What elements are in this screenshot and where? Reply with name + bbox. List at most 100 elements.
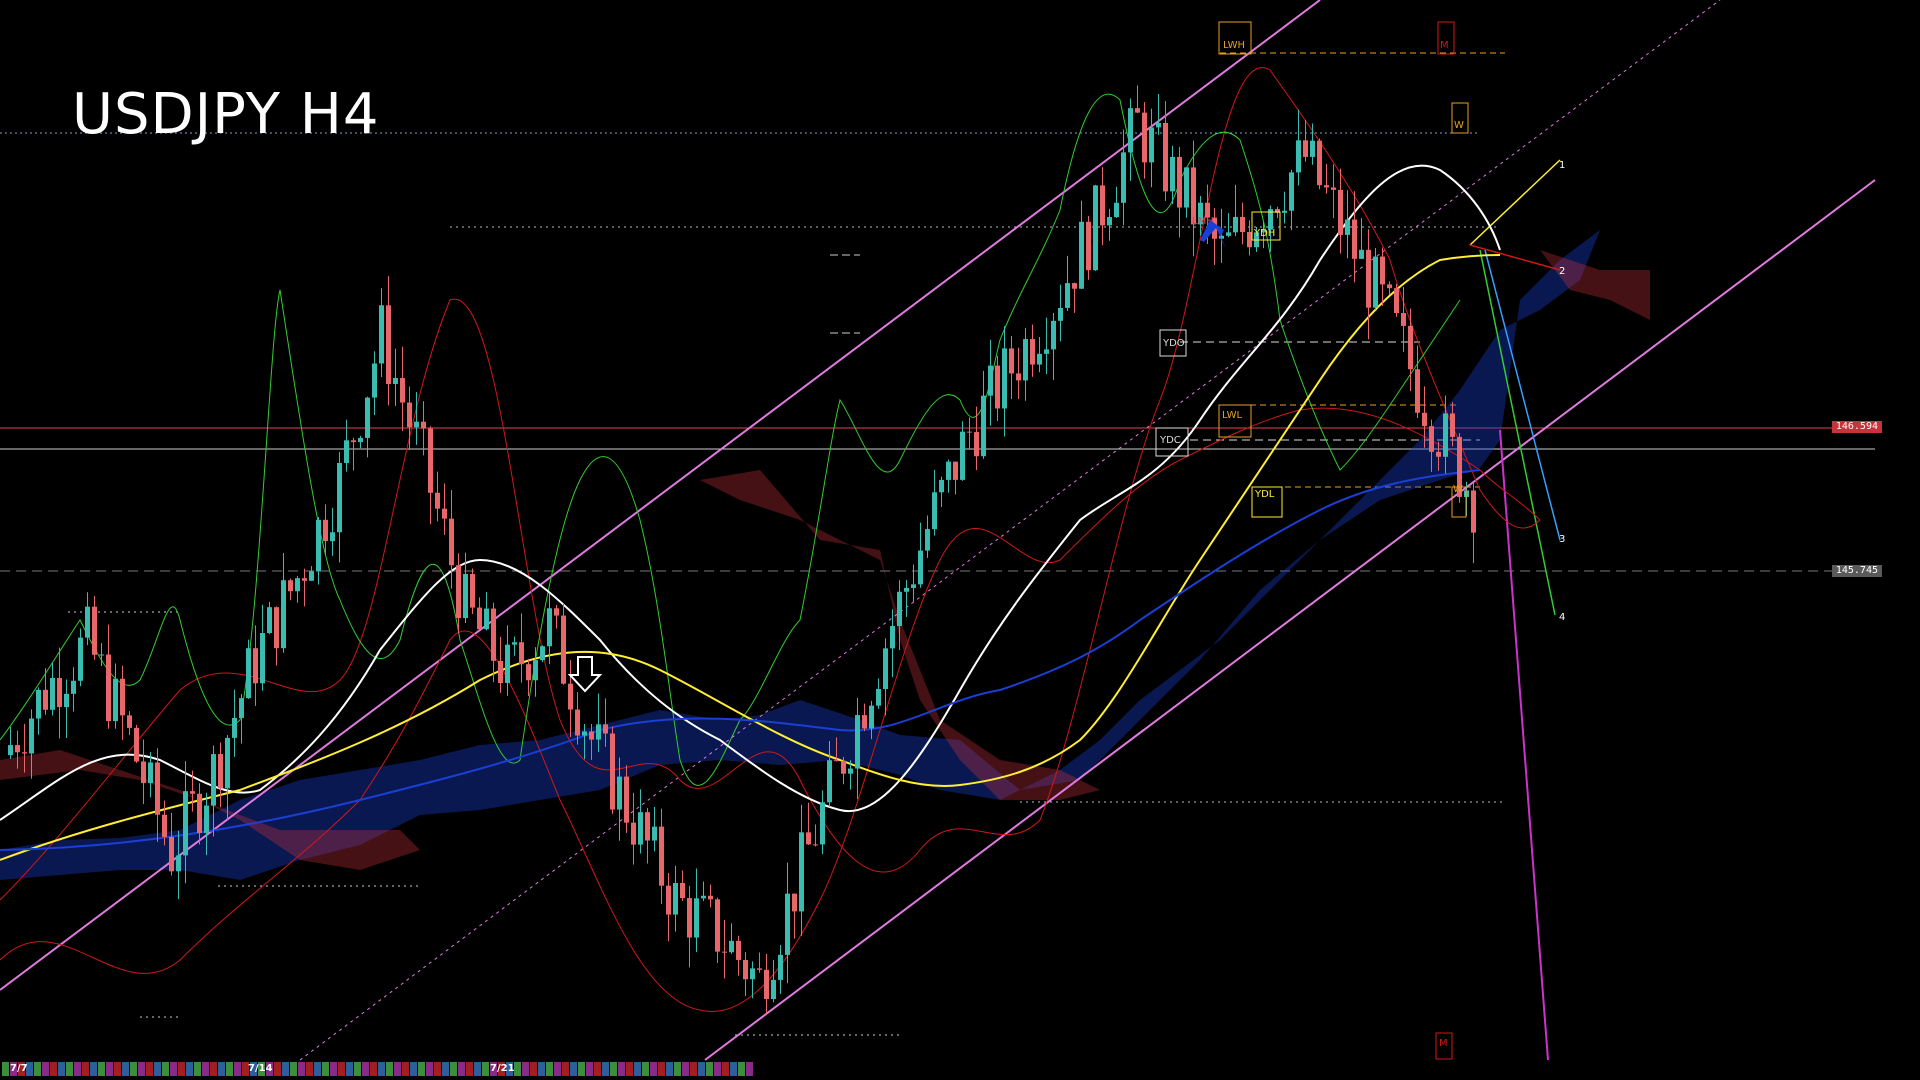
- bull-candle: [701, 895, 706, 899]
- bear-candle: [561, 615, 566, 684]
- bear-candle: [190, 791, 195, 794]
- bull-candle: [617, 776, 622, 810]
- bear-candle: [757, 968, 762, 970]
- bull-candle: [414, 421, 419, 428]
- bull-candle: [1065, 283, 1070, 308]
- bear-candle: [491, 608, 496, 661]
- bull-candle: [1373, 256, 1378, 308]
- bull-candle: [484, 608, 489, 630]
- bear-candle: [1009, 348, 1014, 374]
- bull-candle: [463, 573, 468, 619]
- bull-candle: [1044, 349, 1049, 354]
- bull-candle: [1443, 413, 1448, 457]
- bear-candle: [449, 518, 454, 566]
- bull-candle: [1037, 353, 1042, 365]
- bull-candle: [71, 680, 76, 694]
- date-label-1: 7/7: [10, 1063, 28, 1074]
- projection-line-1: [1469, 159, 1561, 246]
- bear-candle: [288, 580, 293, 592]
- bear-candle: [631, 822, 636, 845]
- bear-candle: [1072, 283, 1077, 289]
- bull-candle: [85, 606, 90, 638]
- bull-candle: [876, 689, 881, 706]
- bear-candle: [995, 365, 1000, 409]
- rsi-line: [0, 93, 1461, 786]
- bull-candle: [960, 431, 965, 480]
- bear-candle: [92, 606, 97, 655]
- bear-candle: [806, 832, 811, 845]
- bear-candle: [1429, 426, 1434, 452]
- chart-area[interactable]: LWH LMH YDH YDO LWL YDC YDL W M W M 1 2 …: [0, 0, 1920, 1080]
- bear-candle: [498, 660, 503, 683]
- bear-candle: [708, 895, 713, 900]
- bear-candle: [645, 812, 650, 841]
- bear-candle: [610, 733, 615, 810]
- bear-candle: [1303, 140, 1308, 157]
- bear-candle: [1163, 122, 1168, 192]
- bear-candle: [428, 428, 433, 493]
- bear-candle: [43, 689, 48, 710]
- bull-candle: [988, 365, 993, 396]
- bull-candle: [1114, 202, 1119, 218]
- bull-candle: [246, 648, 251, 699]
- bear-candle: [1247, 231, 1252, 248]
- bull-candle: [638, 812, 643, 845]
- svg-text:LWL: LWL: [1222, 410, 1243, 421]
- bear-candle: [1240, 216, 1245, 232]
- bear-candle: [680, 882, 685, 899]
- bull-candle: [925, 529, 930, 551]
- bear-candle: [169, 836, 174, 872]
- bull-candle: [533, 660, 538, 681]
- bull-candle: [281, 580, 286, 649]
- bear-candle: [715, 899, 720, 952]
- bull-candle: [1184, 167, 1189, 208]
- bull-candle: [29, 718, 34, 754]
- level-box-m-bottom: M: [1435, 1032, 1453, 1060]
- svg-text:W: W: [1453, 484, 1463, 495]
- date-label-2: 7/14: [248, 1063, 273, 1074]
- bull-candle: [918, 550, 923, 585]
- bear-candle: [421, 421, 426, 429]
- price-chart[interactable]: LWH LMH YDH YDO LWL YDC YDL W M W M 1 2 …: [0, 0, 1920, 1080]
- projection-line-m: [1499, 429, 1549, 1061]
- bull-candle: [939, 479, 944, 493]
- bear-candle: [526, 664, 531, 681]
- bull-candle: [890, 626, 895, 649]
- bull-candle: [785, 893, 790, 955]
- bear-candle: [589, 731, 594, 740]
- svg-text:YDH: YDH: [1253, 228, 1275, 239]
- bear-candle: [687, 898, 692, 938]
- bear-candle: [386, 305, 391, 385]
- bull-candle: [211, 754, 216, 806]
- bull-candle: [694, 898, 699, 938]
- bull-candle: [981, 395, 986, 457]
- bear-candle: [603, 724, 608, 734]
- bull-candle: [8, 745, 13, 756]
- bear-candle: [554, 608, 559, 616]
- level-box-lwl: LWL: [1218, 404, 1252, 438]
- bear-candle: [1142, 112, 1147, 163]
- bear-candle: [722, 951, 727, 953]
- bear-candle: [1331, 187, 1336, 190]
- bull-candle: [204, 805, 209, 833]
- projection-label-2: 2: [1559, 266, 1565, 277]
- bear-candle: [407, 402, 412, 428]
- svg-text:M: M: [1439, 1038, 1448, 1049]
- projection-label-3: 3: [1559, 534, 1565, 545]
- bear-candle: [1380, 256, 1385, 285]
- bear-candle: [519, 642, 524, 665]
- bear-candle: [302, 578, 307, 581]
- channel-lower-line: [704, 179, 1876, 1061]
- bull-candle: [78, 637, 83, 681]
- bear-candle: [834, 760, 839, 762]
- bear-candle: [1387, 284, 1392, 289]
- bull-candle: [1002, 348, 1007, 409]
- bull-candle: [99, 654, 104, 656]
- bull-candle: [512, 642, 517, 645]
- bull-candle: [778, 954, 783, 980]
- bear-candle: [1436, 451, 1441, 457]
- bull-candle: [393, 378, 398, 385]
- level-box-ydl: YDL: [1251, 486, 1283, 518]
- bull-candle: [1170, 156, 1175, 192]
- bear-candle: [1450, 413, 1455, 437]
